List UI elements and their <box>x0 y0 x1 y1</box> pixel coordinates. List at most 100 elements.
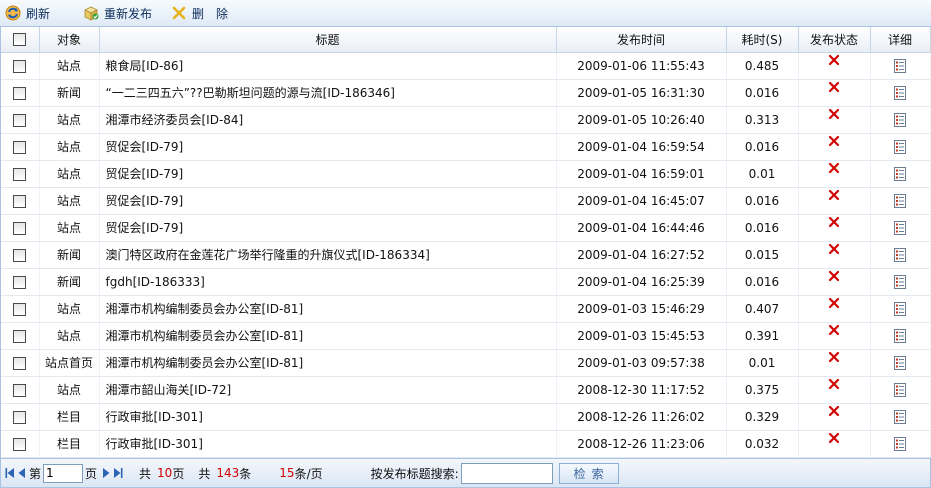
red-x-icon <box>828 405 840 416</box>
row-cost: 0.01 <box>726 160 799 188</box>
row-cost: 0.016 <box>726 268 799 296</box>
document-detail-icon[interactable] <box>892 328 908 344</box>
table-row[interactable]: 站点 湘潭市韶山海关[ID-72] 2008-12-30 11:17:52 0.375 <box>1 376 931 404</box>
total-pages-suffix: 页 <box>172 466 185 481</box>
row-publish-time: 2009-01-04 16:25:39 <box>556 268 727 296</box>
document-detail-icon[interactable] <box>892 409 908 425</box>
row-checkbox[interactable] <box>13 302 27 316</box>
table-row[interactable]: 新闻 fgdh[ID-186333] 2009-01-04 16:25:39 0.01… <box>1 268 931 296</box>
page-prefix: 第 <box>29 466 42 481</box>
row-detail <box>870 106 931 134</box>
page-number-input[interactable] <box>43 463 84 483</box>
row-title: 贸促会[ID-79] <box>99 133 557 161</box>
row-cost: 0.016 <box>726 214 799 242</box>
select-all-checkbox[interactable] <box>13 33 27 47</box>
row-checkbox[interactable] <box>13 167 27 181</box>
row-detail <box>870 322 931 350</box>
row-status <box>798 376 871 404</box>
header-detail[interactable]: 详细 <box>870 27 931 53</box>
header-object[interactable]: 对象 <box>39 27 100 53</box>
row-checkbox[interactable] <box>13 194 27 208</box>
table-row[interactable]: 站点 贸促会[ID-79] 2009-01-04 16:45:07 0.016 <box>1 187 931 215</box>
delete-button[interactable]: 删 除 <box>170 0 228 27</box>
row-cost: 0.015 <box>726 241 799 269</box>
republish-button[interactable]: 重新发布 <box>82 0 170 27</box>
row-publish-time: 2009-01-05 10:26:40 <box>556 106 727 134</box>
table-row[interactable]: 栏目 行政审批[ID-301] 2008-12-26 11:26:02 0.329 <box>1 403 931 431</box>
row-title: 行政审批[ID-301] <box>99 430 557 458</box>
document-detail-icon[interactable] <box>892 355 908 371</box>
table-row[interactable]: 站点 粮食局[ID-86] 2009-01-06 11:55:43 0.485 <box>1 52 931 80</box>
red-x-icon <box>828 270 840 281</box>
row-title: 澳门特区政府在金莲花广场举行隆重的升旗仪式[ID-186334] <box>99 241 557 269</box>
document-detail-icon[interactable] <box>892 58 908 74</box>
row-checkbox[interactable] <box>13 221 27 235</box>
row-checkbox[interactable] <box>13 437 27 451</box>
document-detail-icon[interactable] <box>892 274 908 290</box>
document-detail-icon[interactable] <box>892 166 908 182</box>
document-detail-icon[interactable] <box>892 193 908 209</box>
row-status <box>798 349 871 377</box>
title-search-input[interactable] <box>460 462 553 484</box>
table-row[interactable]: 站点 贸促会[ID-79] 2009-01-04 16:59:54 0.016 <box>1 133 931 161</box>
first-page-icon[interactable] <box>5 467 15 479</box>
prev-page-icon[interactable] <box>17 467 27 479</box>
row-publish-time: 2009-01-06 11:55:43 <box>556 52 727 80</box>
document-detail-icon[interactable] <box>892 382 908 398</box>
row-checkbox[interactable] <box>13 410 27 424</box>
red-x-icon <box>828 216 840 227</box>
row-status <box>798 403 871 431</box>
table-row[interactable]: 站点 湘潭市经济委员会[ID-84] 2009-01-05 10:26:40 0.31… <box>1 106 931 134</box>
row-detail <box>870 430 931 458</box>
row-title: 贸促会[ID-79] <box>99 214 557 242</box>
table-row[interactable]: 站点 贸促会[ID-79] 2009-01-04 16:59:01 0.01 <box>1 160 931 188</box>
page-suffix: 页 <box>85 466 98 481</box>
header-status[interactable]: 发布状态 <box>798 27 871 53</box>
row-checkbox[interactable] <box>13 329 27 343</box>
row-checkbox[interactable] <box>13 356 27 370</box>
row-checkbox[interactable] <box>13 59 27 73</box>
header-select-all[interactable] <box>1 27 40 53</box>
row-checkbox[interactable] <box>13 140 27 154</box>
row-checkbox[interactable] <box>13 275 27 289</box>
red-x-icon <box>828 81 840 92</box>
document-detail-icon[interactable] <box>892 85 908 101</box>
row-title: 湘潭市机构编制委员会办公室[ID-81] <box>99 295 557 323</box>
header-title[interactable]: 标题 <box>99 27 557 53</box>
document-detail-icon[interactable] <box>892 139 908 155</box>
table-row[interactable]: 新闻 澳门特区政府在金莲花广场举行隆重的升旗仪式[ID-186334] 2009-0… <box>1 241 931 269</box>
last-page-icon[interactable] <box>113 467 123 479</box>
search-button[interactable]: 检索 <box>558 462 619 484</box>
table-row[interactable]: 栏目 行政审批[ID-301] 2008-12-26 11:23:06 0.032 <box>1 430 931 458</box>
row-publish-time: 2009-01-04 16:59:54 <box>556 133 727 161</box>
table-row[interactable]: 站点首页 湘潭市机构编制委员会办公室[ID-81] 2009-01-03 09:57… <box>1 349 931 377</box>
row-title: 行政审批[ID-301] <box>99 403 557 431</box>
row-checkbox[interactable] <box>13 113 27 127</box>
document-detail-icon[interactable] <box>892 112 908 128</box>
table-row[interactable]: 新闻 “一二三四五六”??巴勒斯坦问题的源与流[ID-186346] 2009-01… <box>1 79 931 107</box>
row-checkbox[interactable] <box>13 383 27 397</box>
table-body: 站点 粮食局[ID-86] 2009-01-06 11:55:43 0.485 新闻 “一… <box>1 52 931 458</box>
row-status <box>798 214 871 242</box>
next-page-icon[interactable] <box>101 467 111 479</box>
document-detail-icon[interactable] <box>892 220 908 236</box>
refresh-button[interactable]: 刷新 <box>4 0 82 27</box>
document-detail-icon[interactable] <box>892 301 908 317</box>
table-row[interactable]: 站点 湘潭市机构编制委员会办公室[ID-81] 2009-01-03 15:46:2… <box>1 295 931 323</box>
row-cost: 0.313 <box>726 106 799 134</box>
document-detail-icon[interactable] <box>892 436 908 452</box>
row-detail <box>870 133 931 161</box>
row-checkbox[interactable] <box>13 86 27 100</box>
row-detail <box>870 376 931 404</box>
table-row[interactable]: 站点 湘潭市机构编制委员会办公室[ID-81] 2009-01-03 15:45:5… <box>1 322 931 350</box>
pager: 第 页 共 10 页 共 143 条 15 条/页 按发布标题搜索: 检索 <box>0 458 931 488</box>
header-publish-time[interactable]: 发布时间 <box>556 27 727 53</box>
document-detail-icon[interactable] <box>892 247 908 263</box>
row-detail <box>870 52 931 80</box>
header-cost[interactable]: 耗时(S) <box>726 27 799 53</box>
row-status <box>798 187 871 215</box>
table-row[interactable]: 站点 贸促会[ID-79] 2009-01-04 16:44:46 0.016 <box>1 214 931 242</box>
row-checkbox[interactable] <box>13 248 27 262</box>
row-object: 栏目 <box>39 403 100 431</box>
red-x-icon <box>828 351 840 362</box>
